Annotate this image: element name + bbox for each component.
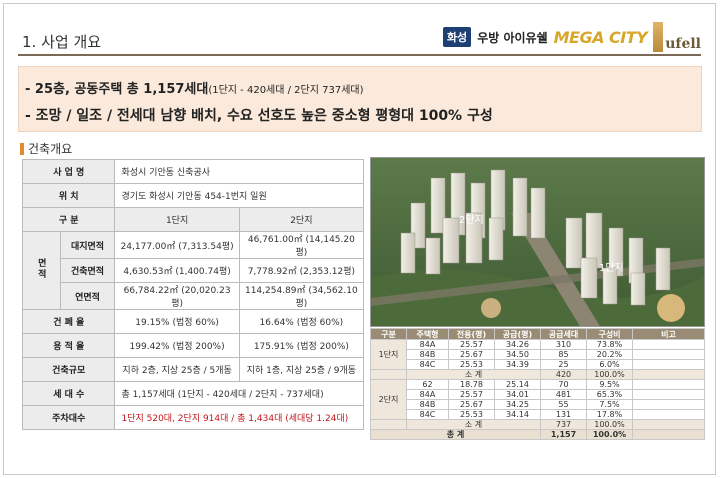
table-row: 84A 25.57 34.01 481 65.3%	[371, 389, 705, 400]
overview-table: 사 업 명 화성시 기안동 신축공사 위 치 경기도 화성시 기안동 454-1…	[21, 159, 365, 430]
table-row: 구 분 1단지 2단지	[21, 207, 365, 232]
brand-name: 우방 아이유쉘	[477, 30, 548, 45]
brand-mega-city: MEGA CITY	[553, 27, 648, 47]
overview-heading: 건축개요	[20, 140, 72, 157]
brand-logo-group: 화성 우방 아이유쉘 MEGA CITY ufell	[442, 22, 701, 52]
table-row: 건축면적 4,630.53㎡ (1,400.74평) 7,778.92㎡ (2,…	[23, 258, 365, 283]
table-row: 건 폐 율 19.15% (법정 60%) 16.64% (법정 60%)	[21, 309, 365, 334]
table-row: 연면적 66,784.22㎡ (20,020.23평) 114,254.89㎡ …	[23, 282, 365, 310]
unit-type-table: 구분 주택형 전용(평) 공급(평) 공급세대 구성비 비고 1단지 84A 25.57 3…	[370, 328, 705, 440]
table-row: 면적 대지면적 24,177.00㎡ (7,313.54평) 46,761.00…	[22, 231, 365, 310]
summary-line-2: - 조망 / 일조 / 전세대 남향 배치, 수요 선호도 높은 중소형 평형대…	[25, 108, 493, 124]
table-row: 총 계 1,157 100.0%	[370, 429, 705, 440]
brand-region-tag: 화성	[442, 27, 472, 47]
table-row: 사 업 명 화성시 기안동 신축공사	[21, 159, 364, 184]
table-row: 위 치 경기도 화성시 기안동 454-1번지 일원	[21, 183, 364, 208]
header-divider	[18, 54, 701, 56]
complex2-label: 2단지	[459, 214, 484, 226]
page-frame: 1. 사업 개요 화성 우방 아이유쉘 MEGA CITY ufell - 25…	[3, 3, 716, 475]
table-row: 84C 25.53 34.14 131 17.8%	[371, 409, 705, 420]
section-marker-icon	[20, 142, 24, 155]
summary-line-1: - 25층, 공동주택 총 1,157세대(1단지 - 420세대 / 2단지 …	[25, 82, 364, 97]
complex1-label: 1단지	[599, 262, 624, 274]
table-row: 용 적 율 199.42% (법정 200%) 175.91% (법정 200%…	[21, 333, 365, 358]
table-row: 84B 25.67 34.50 85 20.2%	[371, 349, 705, 360]
section-title: 1. 사업 개요	[22, 33, 102, 51]
table-row: 구분 주택형 전용(평) 공급(평) 공급세대 구성비 비고	[370, 328, 705, 340]
table-row: 주차대수 1단지 520대, 2단지 914대 / 총 1,434대 (세대당 …	[21, 405, 364, 430]
table-row: 1단지 84A 25.57 34.26 310 73.8%	[370, 339, 705, 370]
page-header: 1. 사업 개요 화성 우방 아이유쉘 MEGA CITY ufell	[4, 4, 715, 56]
table-row: 소 계 420 100.0%	[370, 369, 705, 380]
ufell-logo-icon: ufell	[653, 22, 701, 52]
complex-aerial-rendering: 2단지 1단지	[370, 157, 705, 327]
table-row: 84C 25.53 34.39 25 6.0%	[371, 359, 705, 370]
table-row: 세 대 수 총 1,157세대 (1단지 - 420세대 / 2단지 - 737…	[21, 381, 364, 406]
table-row: 소 계 737 100.0%	[370, 419, 705, 430]
table-row: 2단지 62 18.78 25.14 70 9.5%	[370, 379, 705, 420]
table-row: 84B 25.67 34.25 55 7.5%	[371, 399, 705, 410]
summary-band: - 25층, 공동주택 총 1,157세대(1단지 - 420세대 / 2단지 …	[18, 66, 702, 132]
table-row: 건축규모 지하 2층, 지상 25층 / 5개동 지하 1층, 지상 25층 /…	[21, 357, 365, 382]
